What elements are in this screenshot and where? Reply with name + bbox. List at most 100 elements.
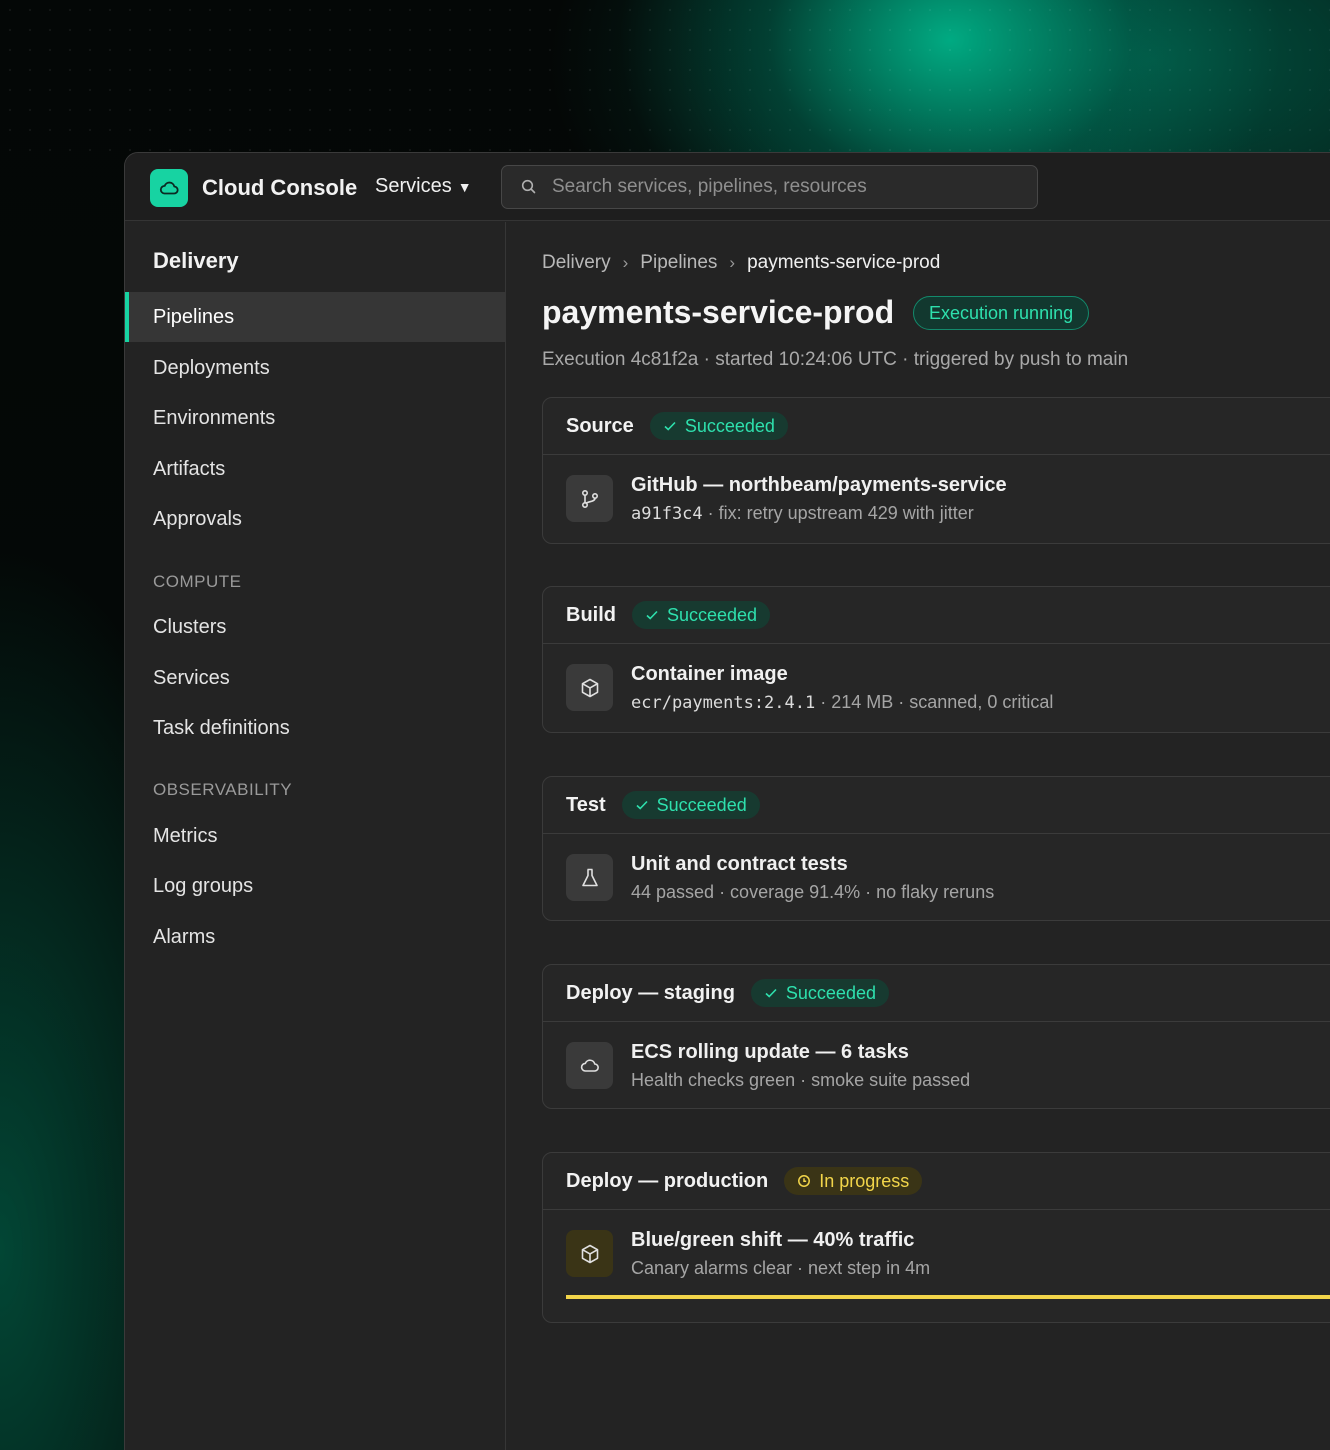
rollout-progress-fill [566, 1295, 1330, 1299]
status-badge: Succeeded [649, 412, 788, 440]
stage-name: Test [566, 793, 606, 816]
breadcrumb: Delivery › Pipelines › payments-service-… [542, 252, 940, 274]
check-icon [636, 800, 648, 810]
stage-name: Source [566, 414, 634, 437]
stage-header: Deploy — staging Succeeded [543, 965, 1330, 1022]
status-badge: In progress [784, 1167, 923, 1195]
stage-card-build: Build Succeeded Container image ecr/paym… [542, 586, 1330, 733]
commit-hash: a91f3c4 [631, 504, 703, 524]
chevron-right-icon: › [729, 253, 736, 272]
status-label: Succeeded [785, 982, 876, 1003]
breadcrumb-pipelines[interactable]: Pipelines [640, 252, 717, 274]
status-badge: Succeeded [621, 791, 760, 819]
stage-header: Deploy — production In progress [543, 1153, 1330, 1210]
check-icon [646, 610, 658, 620]
flask-icon [566, 854, 613, 901]
row-subtitle: Health checks green · smoke suite passed [631, 1070, 971, 1090]
rollout-progress-bar [566, 1295, 1330, 1299]
package-icon [566, 664, 613, 711]
sidebar-item-label: Task definitions [153, 716, 290, 739]
stage-row[interactable]: Unit and contract tests 44 passed · cove… [543, 834, 1330, 920]
sidebar-item-pipelines[interactable]: Pipelines [125, 292, 505, 342]
sidebar-item-label: Environments [153, 406, 276, 429]
status-badge: Succeeded [750, 979, 889, 1007]
sidebar-item-deployments[interactable]: Deployments [125, 343, 505, 393]
check-icon [765, 988, 777, 998]
sidebar-title: Delivery [153, 248, 239, 273]
status-label: Succeeded [667, 604, 758, 625]
stage-card-source: Source Succeeded GitHub — northbeam/paym… [542, 397, 1330, 544]
row-title: ECS rolling update — 6 tasks [631, 1041, 909, 1063]
sidebar-section-compute: COMPUTE [153, 572, 242, 591]
stage-header: Test Succeeded [543, 777, 1330, 834]
row-title: GitHub — northbeam/payments-service [631, 474, 1007, 496]
stage-name: Deploy — staging [566, 981, 735, 1004]
sidebar-item-label: Artifacts [153, 457, 226, 480]
stage-name: Deploy — production [566, 1169, 769, 1192]
status-label: Succeeded [656, 794, 747, 815]
search-icon [521, 179, 536, 194]
main-content: Delivery › Pipelines › payments-service-… [507, 222, 1330, 1450]
row-detail: · fix: retry upstream 429 with jitter [702, 503, 974, 523]
sidebar: Delivery Pipelines Deployments Environme… [125, 222, 506, 1450]
sidebar-item-label: Pipelines [153, 305, 235, 328]
cloud-logo-icon[interactable] [150, 169, 188, 207]
execution-status-badge: Execution running [913, 296, 1090, 330]
stage-card-deploy-staging: Deploy — staging Succeeded ECS rolling u… [542, 964, 1330, 1109]
execution-meta: Execution 4c81f2a · started 10:24:06 UTC… [542, 349, 1129, 370]
sidebar-item-approvals[interactable]: Approvals [125, 494, 505, 544]
stage-header: Build Succeeded [543, 587, 1330, 644]
chevron-right-icon: › [622, 253, 629, 272]
check-icon [664, 421, 676, 431]
cloud-icon [566, 1042, 613, 1089]
stage-card-deploy-production: Deploy — production In progress Blue/gre… [542, 1152, 1330, 1323]
sidebar-item-metrics[interactable]: Metrics [125, 811, 505, 861]
sidebar-item-clusters[interactable]: Clusters [125, 602, 505, 652]
sidebar-item-task-definitions[interactable]: Task definitions [125, 703, 505, 753]
page-title: payments-service-prod [542, 294, 895, 330]
git-branch-icon [566, 475, 613, 522]
sidebar-item-environments[interactable]: Environments [125, 393, 505, 443]
stage-header: Source Succeeded [543, 398, 1330, 455]
sidebar-item-label: Log groups [153, 874, 254, 897]
sidebar-item-label: Services [153, 666, 230, 689]
row-subtitle: Canary alarms clear · next step in 4m [631, 1258, 931, 1278]
breadcrumb-delivery[interactable]: Delivery [542, 252, 611, 274]
sidebar-item-services[interactable]: Services [125, 653, 505, 703]
sidebar-item-label: Alarms [153, 925, 216, 948]
package-icon [566, 1230, 613, 1277]
top-bar: Cloud Console Services ▼ [125, 153, 1330, 221]
sidebar-item-artifacts[interactable]: Artifacts [125, 444, 505, 494]
search-box[interactable] [501, 165, 1038, 209]
image-tag: ecr/payments:2.4.1 [631, 693, 816, 713]
search-input[interactable] [552, 176, 1012, 198]
status-label: Succeeded [684, 415, 775, 436]
caret-down-icon: ▼ [457, 178, 472, 195]
sidebar-item-label: Metrics [153, 824, 218, 847]
status-badge: Succeeded [632, 601, 771, 629]
stage-row[interactable]: ECS rolling update — 6 tasks Health chec… [543, 1022, 1330, 1108]
stage-row[interactable]: GitHub — northbeam/payments-service a91f… [543, 455, 1330, 543]
services-menu-label: Services [375, 175, 452, 197]
stage-row[interactable]: Container image ecr/payments:2.4.1 · 214… [543, 644, 1330, 732]
breadcrumb-current: payments-service-prod [747, 252, 941, 273]
row-detail: · 214 MB · scanned, 0 critical [815, 692, 1054, 712]
sidebar-item-label: Clusters [153, 615, 227, 638]
row-title: Container image [631, 663, 788, 685]
sidebar-item-log-groups[interactable]: Log groups [125, 861, 505, 911]
row-subtitle: a91f3c4 · fix: retry upstream 429 with j… [631, 503, 974, 524]
row-title: Unit and contract tests [631, 853, 848, 875]
row-title: Blue/green shift — 40% traffic [631, 1229, 915, 1251]
brand-name: Cloud Console [202, 175, 358, 200]
stage-card-test: Test Succeeded Unit and contract tests 4… [542, 776, 1330, 921]
row-subtitle: ecr/payments:2.4.1 · 214 MB · scanned, 0… [631, 692, 1053, 713]
stage-row[interactable]: Blue/green shift — 40% traffic Canary al… [543, 1210, 1330, 1322]
clock-icon [798, 1175, 811, 1187]
services-menu-button[interactable]: Services ▼ [375, 175, 472, 198]
sidebar-item-label: Deployments [153, 356, 270, 379]
sidebar-item-alarms[interactable]: Alarms [125, 912, 505, 962]
sidebar-item-label: Approvals [153, 507, 242, 530]
row-subtitle: 44 passed · coverage 91.4% · no flaky re… [631, 882, 995, 902]
sidebar-section-observability: OBSERVABILITY [153, 780, 293, 799]
status-label: In progress [819, 1170, 910, 1191]
